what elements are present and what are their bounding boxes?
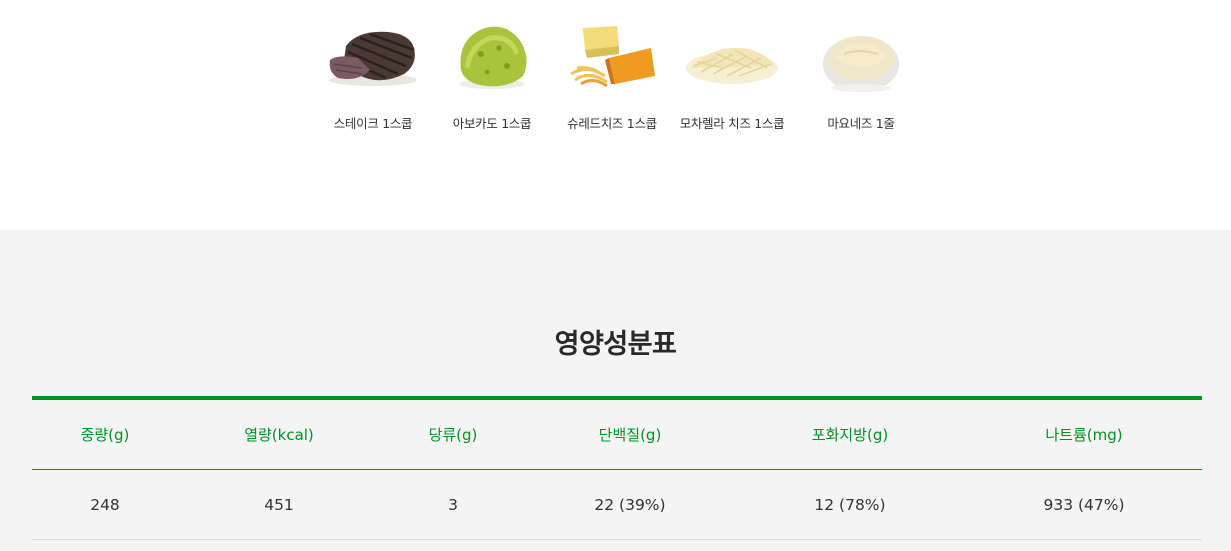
table-row: 248 451 3 22 (39%) 12 (78%) 933 (47%) <box>32 470 1202 540</box>
topping-shredded-cheese[interactable]: 슈레드치즈 1스쿱 <box>550 18 674 132</box>
steak-icon <box>329 31 417 86</box>
topping-mozzarella-cheese[interactable]: 모차렐라 치즈 1스쿱 <box>670 18 794 132</box>
nutrition-title: 영양성분표 <box>554 329 677 360</box>
value-calories: 451 <box>264 495 294 514</box>
value-sodium: 933 (47%) <box>1043 495 1125 514</box>
value-sugar: 3 <box>448 495 458 514</box>
value-protein: 22 (39%) <box>594 495 666 514</box>
value-weight: 248 <box>90 495 120 514</box>
nutrition-table: 중량(g) 열량(kcal) 당류(g) 단백질(g) 포화지방(g) 나트륨(… <box>32 396 1202 540</box>
header-calories: 열량(kcal) <box>244 426 314 444</box>
header-weight: 중량(g) <box>80 426 130 444</box>
topping-mayonnaise[interactable]: 마요네즈 1줄 <box>799 18 923 132</box>
table-header-row: 중량(g) 열량(kcal) 당류(g) 단백질(g) 포화지방(g) 나트륨(… <box>32 400 1202 470</box>
topping-label: 마요네즈 1줄 <box>827 116 895 131</box>
mozzarella-cheese-icon <box>686 47 778 84</box>
header-protein: 단백질(g) <box>598 426 662 444</box>
topping-steak[interactable]: 스테이크 1스쿱 <box>311 18 435 132</box>
shredded-cheese-icon <box>570 26 655 88</box>
header-saturated-fat: 포화지방(g) <box>811 426 889 444</box>
value-saturated-fat: 12 (78%) <box>814 495 886 514</box>
topping-label: 스테이크 1스쿱 <box>333 116 413 131</box>
topping-label: 슈레드치즈 1스쿱 <box>567 116 657 131</box>
nutrition-section: 영양성분표 중량(g) 열량(kcal) 당류(g) 단백질(g) 포화지방(g… <box>0 230 1231 551</box>
header-sugar: 당류(g) <box>428 426 478 444</box>
topping-list: 스테이크 1스쿱 아보카도 1스쿱 슈레드치즈 1스쿱 모차렐라 치즈 1스쿱 … <box>0 0 1231 230</box>
topping-avocado[interactable]: 아보카도 1스쿱 <box>430 18 554 132</box>
avocado-icon <box>460 26 527 89</box>
header-sodium: 나트륨(mg) <box>1045 426 1123 444</box>
topping-label: 모차렐라 치즈 1스쿱 <box>679 116 785 131</box>
topping-label: 아보카도 1스쿱 <box>452 116 532 131</box>
mayonnaise-icon <box>823 36 899 92</box>
